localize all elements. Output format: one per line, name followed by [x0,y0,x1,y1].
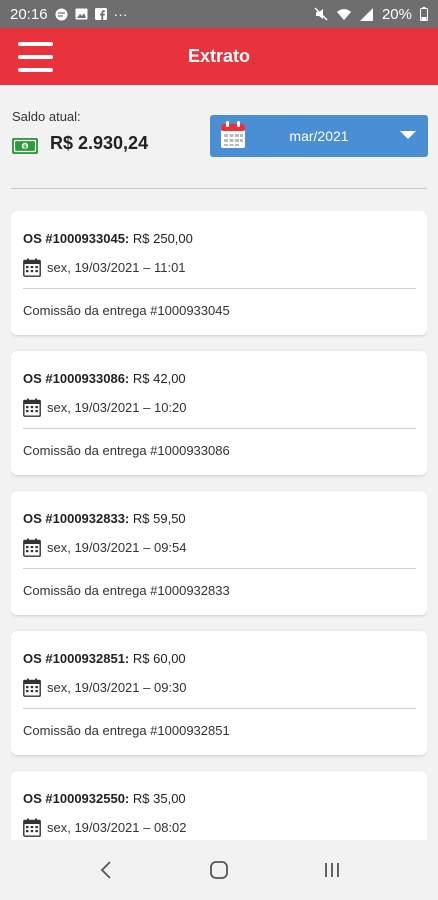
caret-down-icon [400,131,416,139]
order-amount: R$ 250,00 [132,231,193,246]
statement-card[interactable]: OS #1000932851: R$ 60,00 sex, 19/03/2021… [11,631,427,755]
card-title: OS #1000933045: R$ 250,00 [23,231,193,246]
card-title: OS #1000932851: R$ 60,00 [23,651,186,666]
calendar-icon [23,258,41,277]
wifi-icon [336,8,351,20]
section-divider [11,188,427,189]
card-title: OS #1000932833: R$ 59,50 [23,511,186,526]
card-description: Comissão da entrega #1000932833 [23,583,230,598]
card-date-row: sex, 19/03/2021 – 11:01 [23,258,186,277]
card-description: Comissão da entrega #1000932851 [23,723,230,738]
card-date: sex, 19/03/2021 – 11:01 [47,260,186,275]
month-picker-value: mar/2021 [289,128,349,144]
system-nav-bar [0,840,438,900]
hamburger-menu-icon[interactable] [18,42,53,72]
order-number: OS #1000932550: [23,791,130,806]
card-date: sex, 19/03/2021 – 10:20 [47,400,187,415]
order-number: OS #1000933045: [23,231,130,246]
card-date: sex, 19/03/2021 – 09:54 [47,540,187,555]
home-icon [210,861,228,879]
money-bill-icon: $ [12,138,38,154]
calendar-icon [23,398,41,417]
status-bar: 20:16 ··· 20% [0,0,438,28]
order-amount: R$ 35,00 [132,791,186,806]
signal-icon [359,7,373,21]
home-button[interactable] [199,850,239,890]
statement-card[interactable]: OS #1000932550: R$ 35,00 sex, 19/03/2021… [11,771,427,840]
card-title: OS #1000933086: R$ 42,00 [23,371,186,386]
card-date: sex, 19/03/2021 – 09:30 [47,680,187,695]
card-divider [23,708,416,709]
card-date-row: sex, 19/03/2021 – 09:54 [23,538,187,557]
balance-value: R$ 2.930,24 [50,133,149,153]
recents-button[interactable] [312,850,352,890]
card-divider [23,428,416,429]
facebook-notification-icon [94,8,107,20]
balance-label: Saldo atual: [12,109,81,124]
card-date-row: sex, 19/03/2021 – 10:20 [23,398,187,417]
order-number: OS #1000932851: [23,651,130,666]
recents-icon [324,863,339,877]
order-amount: R$ 60,00 [132,651,186,666]
chat-notification-icon [55,8,68,20]
battery-icon [420,7,428,21]
card-description: Comissão da entrega #1000933045 [23,303,230,318]
statement-list[interactable]: OS #1000933045: R$ 250,00 sex, 19/03/202… [11,211,427,840]
statement-card[interactable]: OS #1000933086: R$ 42,00 sex, 19/03/2021… [11,351,427,475]
order-number: OS #1000932833: [23,511,130,526]
card-divider [23,288,416,289]
page-title: Extrato [187,46,250,66]
battery-percent: 20% [381,5,412,23]
image-notification-icon [75,8,88,20]
card-date: sex, 19/03/2021 – 08:02 [47,820,187,835]
card-divider [23,568,416,569]
month-picker[interactable]: mar/2021 [210,115,428,157]
mute-icon [314,7,328,21]
svg-text:$: $ [23,143,27,150]
calendar-icon [23,678,41,697]
order-amount: R$ 42,00 [132,371,186,386]
card-title: OS #1000932550: R$ 35,00 [23,791,186,806]
order-number: OS #1000933086: [23,371,130,386]
app-header: Extrato [0,28,438,85]
statement-card[interactable]: OS #1000933045: R$ 250,00 sex, 19/03/202… [11,211,427,335]
back-button[interactable] [86,850,126,890]
calendar-icon [23,538,41,557]
status-time: 20:16 [10,5,48,23]
calendar-icon [23,818,41,837]
card-date-row: sex, 19/03/2021 – 09:30 [23,678,187,697]
back-icon [101,861,111,879]
card-date-row: sex, 19/03/2021 – 08:02 [23,818,187,837]
more-notifications: ··· [113,6,128,22]
statement-card[interactable]: OS #1000932833: R$ 59,50 sex, 19/03/2021… [11,491,427,615]
order-amount: R$ 59,50 [132,511,186,526]
card-description: Comissão da entrega #1000933086 [23,443,230,458]
balance-section: Saldo atual: $ R$ 2.930,24 mar/2021 [0,85,438,189]
